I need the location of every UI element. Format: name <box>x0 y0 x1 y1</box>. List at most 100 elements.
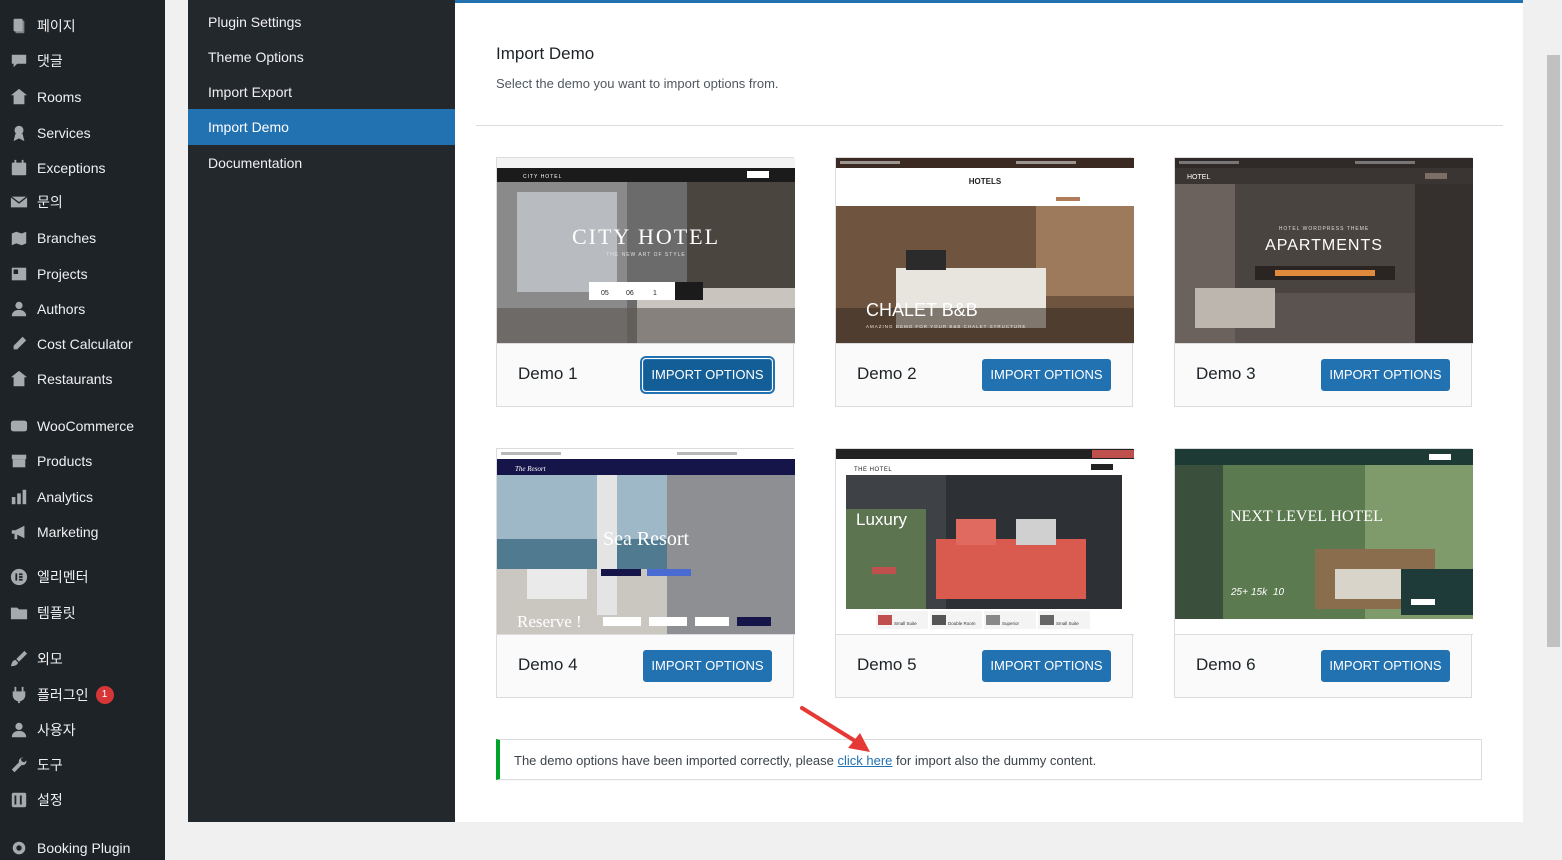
menu-item-label: Services <box>37 125 91 141</box>
menu-item-label: Projects <box>37 266 88 282</box>
menu-item-10[interactable]: Cost Calculator <box>0 327 165 361</box>
demo-thumbnail: HOTEL HOTEL WORDPRESS THEME APARTMENTS <box>1175 158 1473 344</box>
menu-item-23[interactable]: Booking Plugin <box>0 831 165 860</box>
demo-card: The Resort Sea Resort Reserve ! Demo 4 I… <box>496 448 795 698</box>
demo-thumbnail: The Resort Sea Resort Reserve ! <box>497 449 795 635</box>
menu-item-label: Exceptions <box>37 160 106 176</box>
menu-item-14[interactable]: Analytics <box>0 480 165 514</box>
thumb-text: HOTEL WORDPRESS THEME <box>1279 226 1369 232</box>
menu-item-11[interactable]: Restaurants <box>0 362 165 396</box>
thumb-text: THE NEW ART OF STYLE <box>606 252 686 258</box>
plugin-nav: Plugin Settings Theme Options Import Expor… <box>188 0 455 822</box>
brush-icon <box>9 649 29 669</box>
menu-item-label: WooCommerce <box>37 418 134 434</box>
menu-item-6[interactable]: 문의 <box>0 185 165 219</box>
demo-thumbnail: CITY HOTEL CITY HOTEL THE NEW ART OF STY… <box>497 158 795 344</box>
menu-item-7[interactable]: Branches <box>0 221 165 255</box>
menu-item-label: 댓글 <box>37 53 63 69</box>
menu-item-label: 설정 <box>37 792 63 808</box>
menu-item-label: Cost Calculator <box>37 336 133 352</box>
elementor-icon <box>9 567 29 587</box>
import-options-button[interactable]: IMPORT OPTIONS <box>982 359 1111 391</box>
plugin-nav-item-plugin-settings[interactable]: Plugin Settings <box>188 4 455 40</box>
thumb-text: Superior <box>1002 621 1020 626</box>
thumb-text: Luxury <box>856 510 908 529</box>
thumb-text: The Resort <box>515 465 547 473</box>
demo-thumbnail: THE HOTEL Luxury Small Suite Double Room… <box>836 449 1134 635</box>
megaphone-icon <box>9 522 29 542</box>
menu-item-label: 외모 <box>37 651 63 667</box>
thumb-text: CITY HOTEL <box>572 224 720 249</box>
thumb-text: CITY HOTEL <box>523 174 562 180</box>
menu-item-3[interactable]: Rooms <box>0 80 165 114</box>
menu-item-label: Restaurants <box>37 371 113 387</box>
menu-item-20[interactable]: 사용자 <box>0 713 165 747</box>
thumb-text: NEXT LEVEL HOTEL <box>1230 508 1383 525</box>
thumb-text: Sea Resort <box>603 528 690 550</box>
thumb-text: 25+ <box>1230 587 1248 598</box>
menu-item-9[interactable]: Authors <box>0 292 165 326</box>
update-count-badge: 1 <box>95 686 114 704</box>
menu-item-4[interactable]: Services <box>0 116 165 150</box>
page-icon <box>9 16 29 36</box>
import-options-button[interactable]: IMPORT OPTIONS <box>643 359 772 391</box>
wrench-icon <box>9 755 29 775</box>
menu-item-15[interactable]: Marketing <box>0 515 165 549</box>
menu-item-5[interactable]: Exceptions <box>0 151 165 185</box>
menu-item-18[interactable]: 외모 <box>0 642 165 676</box>
plugin-nav-item-documentation[interactable]: Documentation <box>188 145 455 181</box>
menu-item-label: 템플릿 <box>37 605 76 621</box>
menu-item-8[interactable]: Projects <box>0 257 165 291</box>
menu-item-2[interactable]: 댓글 <box>0 44 165 78</box>
thumb-text: HOTEL <box>1187 174 1210 181</box>
thumb-text: 10 <box>1273 587 1285 598</box>
demo-card: NEXT LEVEL HOTEL 25+ 15k 10 Demo 6 IMPOR… <box>1174 448 1473 698</box>
email-icon <box>9 192 29 212</box>
import-options-button[interactable]: IMPORT OPTIONS <box>982 650 1111 682</box>
demo-card: HOTELS CHALET B&B AMAZING DEMO FOR YOUR … <box>835 157 1134 407</box>
menu-item-16[interactable]: 엘리멘터 <box>0 560 165 594</box>
demo-card: THE HOTEL Luxury Small Suite Double Room… <box>835 448 1134 698</box>
menu-item-13[interactable]: Products <box>0 444 165 478</box>
portfolio-icon <box>9 264 29 284</box>
import-options-button[interactable]: IMPORT OPTIONS <box>1321 359 1450 391</box>
plugin-nav-item-theme-options[interactable]: Theme Options <box>188 39 455 75</box>
notice-text-after: for import also the dummy content. <box>892 753 1097 768</box>
divider <box>476 125 1503 126</box>
thumb-text: AMAZING DEMO FOR YOUR B&B CHALET STRUCTU… <box>866 324 1026 329</box>
admin-sidebar: 페이지댓글 Rooms Services Exceptions 문의 Branches Pr… <box>0 0 165 860</box>
menu-item-label: Products <box>37 453 93 469</box>
calendar-icon <box>9 158 29 178</box>
woo-icon <box>9 416 29 436</box>
scrollbar-thumb[interactable] <box>1547 55 1560 647</box>
plugin-nav-item-import-demo[interactable]: Import Demo <box>188 109 455 145</box>
menu-item-label: 사용자 <box>37 722 76 738</box>
location-icon <box>9 228 29 248</box>
menu-item-17[interactable]: 템플릿 <box>0 596 165 630</box>
menu-item-label: Analytics <box>37 489 94 505</box>
menu-item-19[interactable]: 플러그인 1 <box>0 678 165 712</box>
thumb-text: APARTMENTS <box>1265 237 1383 254</box>
notice-text-before: The demo options have been imported corr… <box>514 753 838 768</box>
menu-item-21[interactable]: 도구 <box>0 748 165 782</box>
thumb-text: 1 <box>653 290 657 297</box>
page-description: Select the demo you want to import optio… <box>496 76 779 91</box>
menu-item-label: 엘리멘터 <box>37 569 89 585</box>
demo-name: Demo 3 <box>1196 364 1256 383</box>
menu-item-12[interactable]: WooCommerce <box>0 409 165 443</box>
menu-item-1[interactable]: 페이지 <box>0 9 165 43</box>
red-arrow-icon <box>800 706 870 752</box>
demo-name: Demo 2 <box>857 364 917 383</box>
pencil-icon <box>9 334 29 354</box>
page-title: Import Demo <box>496 44 595 63</box>
import-options-button[interactable]: IMPORT OPTIONS <box>643 650 772 682</box>
thumb-text: 05 <box>601 290 609 297</box>
menu-item-22[interactable]: 설정 <box>0 783 165 817</box>
demo-name: Demo 4 <box>518 655 578 674</box>
import-options-button[interactable]: IMPORT OPTIONS <box>1321 650 1450 682</box>
menu-item-label: Branches <box>37 230 97 246</box>
thumb-text: THE HOTEL <box>854 467 892 473</box>
plugin-nav-item-import-export[interactable]: Import Export <box>188 74 455 110</box>
thumb-text: Small Suite <box>894 621 917 626</box>
award-icon <box>9 123 29 143</box>
